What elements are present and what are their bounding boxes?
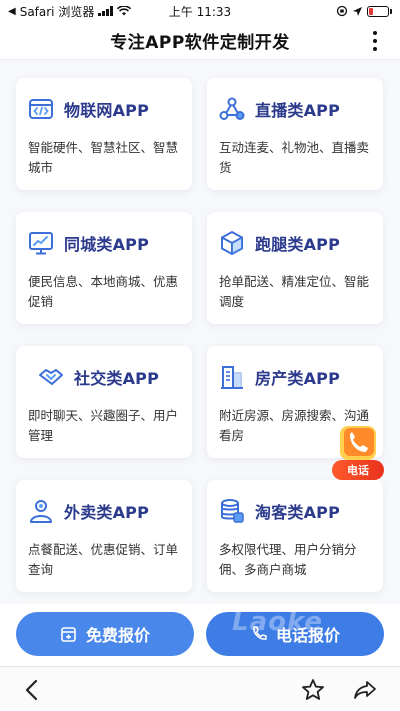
- card-food-delivery-app[interactable]: 外卖类APP 点餐配送、优惠促销、订单查询: [16, 480, 192, 592]
- phone-quote-button[interactable]: 电话报价: [206, 612, 384, 656]
- title-bar: 专注APP软件定制开发: [0, 22, 400, 60]
- card-live-streaming-app[interactable]: 直播类APP 互动连麦、礼物池、直播卖货: [207, 78, 383, 190]
- monitor-chart-icon: [29, 232, 53, 255]
- phone-quote-label: 电话报价: [275, 626, 340, 645]
- more-dot-icon: [373, 47, 377, 51]
- card-title: 外卖类APP: [64, 503, 150, 522]
- card-title: 同城类APP: [64, 235, 150, 254]
- free-quote-label: 免费报价: [85, 626, 150, 645]
- status-left: ◀ Safari 浏览器: [8, 3, 132, 20]
- location-icon: [353, 6, 362, 16]
- app-category-grid: 物联网APP 智能硬件、智慧社区、智慧城市 直播类APP 互动连麦、礼物池、直播…: [0, 60, 400, 604]
- card-iot-app[interactable]: 物联网APP 智能硬件、智慧社区、智慧城市: [16, 78, 192, 190]
- status-right: [336, 5, 392, 17]
- card-title: 淘客类APP: [255, 503, 341, 522]
- user-icon: [30, 500, 52, 523]
- card-title: 直播类APP: [255, 101, 341, 120]
- card-social-app[interactable]: 社交类APP 即时聊天、兴趣圈子、用户管理: [16, 346, 192, 458]
- more-dot-icon: [373, 39, 377, 43]
- code-window-icon: [29, 99, 53, 119]
- back-to-app-arrow-icon[interactable]: ◀: [8, 6, 16, 17]
- card-description: 即时聊天、兴趣圈子、用户管理: [28, 408, 179, 443]
- card-local-city-app[interactable]: 同城类APP 便民信息、本地商城、优惠促销: [16, 212, 192, 324]
- network-nodes-icon: [219, 97, 245, 120]
- form-add-icon: [61, 627, 76, 642]
- signal-icon: [98, 6, 114, 16]
- card-description: 互动连麦、礼物池、直播卖货: [219, 140, 370, 175]
- more-dot-icon: [373, 31, 377, 35]
- buildings-icon: [221, 366, 243, 389]
- wifi-icon: [117, 6, 132, 16]
- browser-toolbar: [0, 666, 400, 711]
- battery-icon: [367, 5, 392, 17]
- card-title: 房产类APP: [255, 369, 341, 388]
- card-title: 社交类APP: [74, 369, 160, 388]
- handshake-icon: [39, 369, 63, 385]
- card-errand-app[interactable]: 跑腿类APP 抢单配送、精准定位、智能调度: [207, 212, 383, 324]
- carrier-label: Safari 浏览器: [19, 4, 95, 19]
- page-title: 专注APP软件定制开发: [110, 33, 290, 53]
- bottom-action-bar: 免费报价 电话报价: [0, 604, 400, 666]
- more-menu-button[interactable]: [368, 28, 382, 54]
- call-tag-label: 电话: [332, 460, 384, 480]
- orientation-lock-icon: [336, 5, 348, 17]
- card-description: 多权限代理、用户分销分佣、多商户商城: [219, 542, 357, 577]
- card-title: 物联网APP: [64, 101, 150, 120]
- cube-icon: [221, 231, 243, 255]
- floating-call-button[interactable]: 电话: [330, 424, 386, 480]
- star-icon[interactable]: [300, 677, 326, 703]
- database-icon: [221, 499, 244, 523]
- share-icon[interactable]: [352, 677, 378, 703]
- free-quote-button[interactable]: 免费报价: [16, 612, 194, 656]
- card-description: 抢单配送、精准定位、智能调度: [219, 274, 370, 309]
- status-bar: ◀ Safari 浏览器 上午 11:33: [0, 0, 400, 22]
- phone-icon: [253, 626, 267, 640]
- page: ◀ Safari 浏览器 上午 11:33 专注APP软件定制开发 物联网APP…: [0, 0, 400, 711]
- card-description: 便民信息、本地商城、优惠促销: [28, 274, 179, 309]
- card-affiliate-app[interactable]: 淘客类APP 多权限代理、用户分销分佣、多商户商城: [207, 480, 383, 592]
- card-title: 跑腿类APP: [255, 235, 341, 254]
- card-description: 智能硬件、智慧社区、智慧城市: [28, 140, 179, 175]
- phone-icon: [340, 426, 376, 460]
- card-description: 点餐配送、优惠促销、订单查询: [28, 542, 179, 577]
- back-arrow-icon[interactable]: [20, 677, 46, 703]
